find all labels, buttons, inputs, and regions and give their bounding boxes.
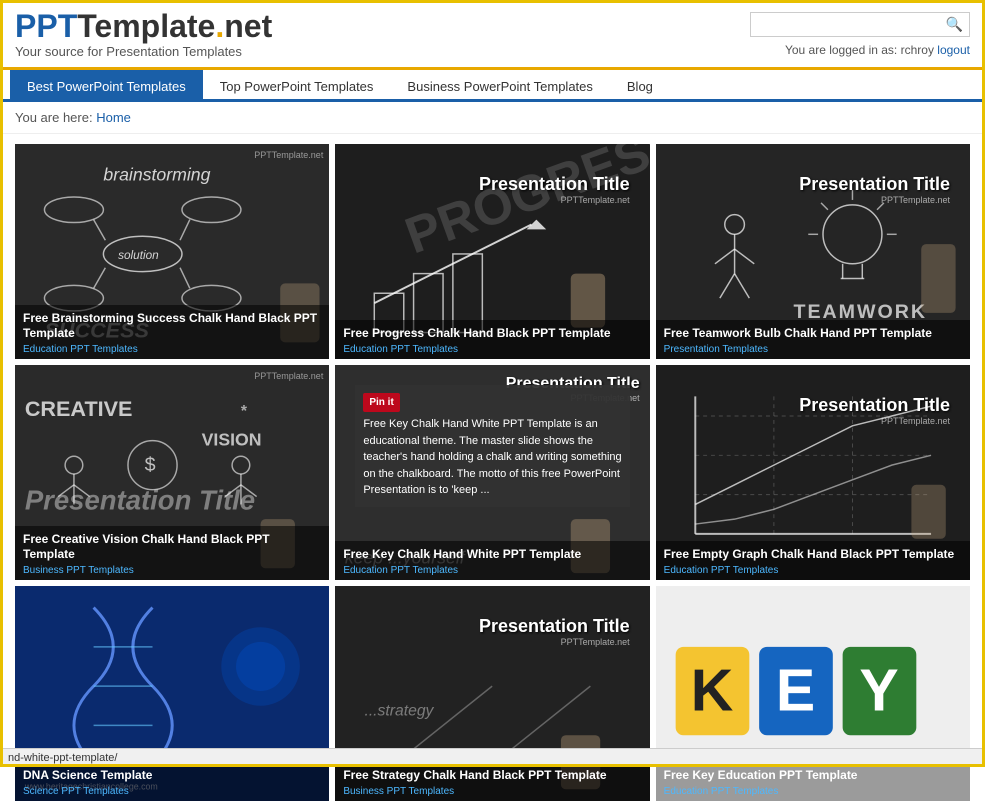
card-2[interactable]: Presentation Title PPTTemplate.net PROGR… [335,144,649,359]
card-7[interactable]: www.heritagechristiancollege.com DNA Sci… [15,586,329,801]
logo: PPTTemplate.net Your source for Presenta… [15,10,272,59]
svg-text:VISION: VISION [202,429,262,449]
nav-item-best[interactable]: Best PowerPoint Templates [10,70,203,102]
card-8[interactable]: Presentation Title PPTTemplate.net ...st… [335,586,649,801]
breadcrumb: You are here: Home [0,102,985,134]
svg-text:K: K [690,659,733,724]
login-info: You are logged in as: rchroy logout [785,43,970,57]
card-6-info: Free Empty Graph Chalk Hand Black PPT Te… [656,541,970,580]
search-input[interactable] [757,17,946,32]
card-4-watermark: PPTTemplate.net [254,371,323,381]
card-9-category: Education PPT Templates [664,786,962,797]
pin-button[interactable]: Pin it [363,393,399,412]
card-4-info: Free Creative Vision Chalk Hand Black PP… [15,526,329,580]
card-1[interactable]: brainstorming solution SUCCESS PPTTempla… [15,144,329,359]
card-1-watermark: PPTTemplate.net [254,150,323,160]
card-5[interactable]: Presentation Title PPTTemplate.net Pin i… [335,365,649,580]
card-5-popup: Pin it Free Key Chalk Hand White PPT Tem… [355,385,629,507]
card-4-category: Business PPT Templates [23,565,321,576]
logo-net: net [224,8,272,44]
card-8-title: Free Strategy Chalk Hand Black PPT Templ… [343,768,641,784]
logo-template: Template [77,8,215,44]
card-2-category: Education PPT Templates [343,344,641,355]
card-7-category: Science PPT Templates [23,786,321,797]
card-7-info: DNA Science Template Science PPT Templat… [15,762,329,801]
popup-text: Free Key Chalk Hand White PPT Template i… [363,416,621,499]
card-9-title: Free Key Education PPT Template [664,768,962,784]
breadcrumb-home[interactable]: Home [96,110,131,125]
logo-dot: . [215,8,224,44]
logo-ppt: PPT [15,8,77,44]
svg-text:Presentation Title: Presentation Title [25,484,255,515]
logo-text: PPTTemplate.net [15,10,272,42]
svg-text:brainstorming: brainstorming [103,164,210,184]
card-1-category: Education PPT Templates [23,344,321,355]
logo-tagline: Your source for Presentation Templates [15,44,272,59]
card-5-info: Free Key Chalk Hand White PPT Template E… [335,541,649,580]
card-9-info: Free Key Education PPT Template Educatio… [656,762,970,801]
svg-text:solution: solution [118,249,159,262]
header: PPTTemplate.net Your source for Presenta… [0,0,985,70]
card-4[interactable]: CREATIVE $ * VISION Presentation Title [15,365,329,580]
card-3-info: Free Teamwork Bulb Chalk Hand PPT Templa… [656,320,970,359]
card-3-category: Presentation Templates [664,344,962,355]
header-right: 🔍 You are logged in as: rchroy logout [750,12,970,57]
card-6-title: Free Empty Graph Chalk Hand Black PPT Te… [664,547,962,563]
login-text: You are logged in as: rchroy [785,43,934,57]
card-1-info: Free Brainstorming Success Chalk Hand Bl… [15,305,329,359]
card-8-category: Business PPT Templates [343,786,641,797]
card-3-title: Free Teamwork Bulb Chalk Hand PPT Templa… [664,326,962,342]
card-6-category: Education PPT Templates [664,565,962,576]
card-7-title: DNA Science Template [23,768,321,784]
card-5-title: Free Key Chalk Hand White PPT Template [343,547,641,563]
card-2-info: Free Progress Chalk Hand Black PPT Templ… [335,320,649,359]
nav-item-top[interactable]: Top PowerPoint Templates [203,70,391,102]
card-9[interactable]: K E Y keep Educating Yourself Free Key E… [656,586,970,801]
svg-text:...strategy: ...strategy [365,703,435,720]
svg-text:E: E [775,659,814,724]
svg-text:*: * [241,403,248,420]
card-4-title: Free Creative Vision Chalk Hand Black PP… [23,532,321,563]
statusbar: nd-white-ppt-template/ [0,748,985,767]
search-icon[interactable]: 🔍 [946,16,963,33]
search-box: 🔍 [750,12,970,37]
card-1-title: Free Brainstorming Success Chalk Hand Bl… [23,311,321,342]
card-5-category: Education PPT Templates [343,565,641,576]
svg-text:PROGRESS: PROGRESS [398,144,649,264]
nav-item-business[interactable]: Business PowerPoint Templates [390,70,609,102]
card-6[interactable]: Presentation Title PPTTemplate.net [656,365,970,580]
nav-item-blog[interactable]: Blog [610,70,670,102]
card-2-title: Free Progress Chalk Hand Black PPT Templ… [343,326,641,342]
breadcrumb-prefix: You are here: [15,110,93,125]
svg-text:CREATIVE: CREATIVE [25,396,133,421]
card-8-info: Free Strategy Chalk Hand Black PPT Templ… [335,762,649,801]
statusbar-url: nd-white-ppt-template/ [8,752,117,764]
card-3[interactable]: Presentation Title PPTTemplate.net [656,144,970,359]
nav: Best PowerPoint Templates Top PowerPoint… [0,70,985,102]
logout-link[interactable]: logout [937,43,970,57]
template-grid: brainstorming solution SUCCESS PPTTempla… [0,134,985,811]
svg-text:Y: Y [859,659,898,724]
svg-text:$: $ [145,454,156,476]
